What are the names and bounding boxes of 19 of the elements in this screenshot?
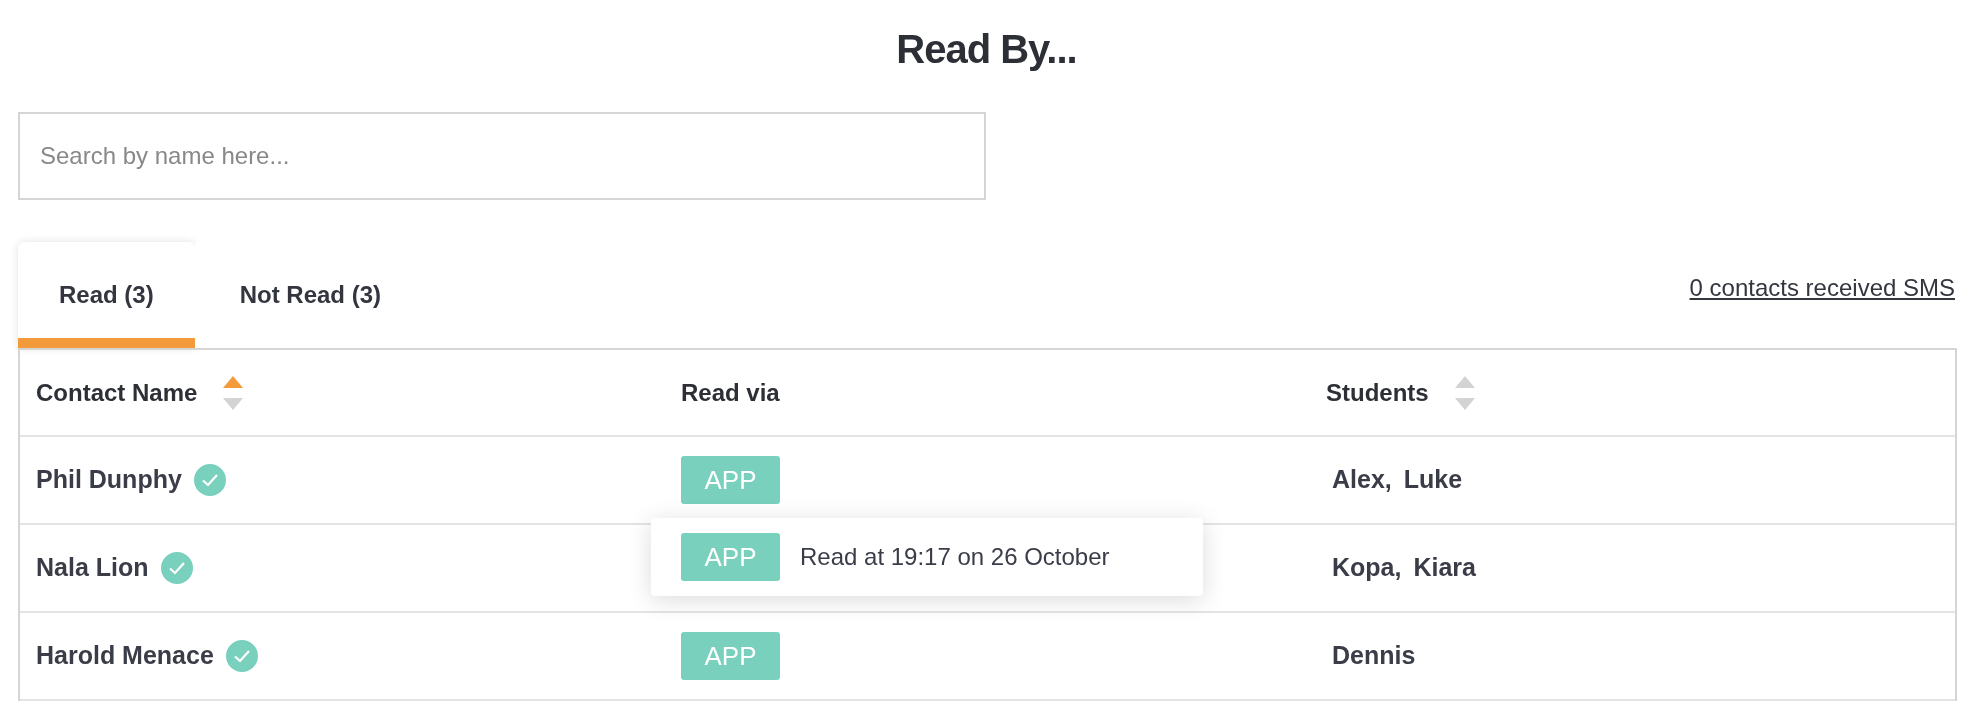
- column-header[interactable]: Read via: [681, 374, 780, 411]
- read-time-text: Read at 19:17 on 26 October: [800, 542, 1110, 572]
- page-title: Read By...: [896, 26, 1077, 73]
- sms-contacts-link[interactable]: 0 contacts received SMS: [1689, 270, 1955, 306]
- student-name: Kiara: [1413, 552, 1476, 584]
- contact-name: Harold Menace: [36, 640, 214, 672]
- contact-name: Phil Dunphy: [36, 464, 182, 496]
- student-name: Alex,: [1332, 464, 1392, 496]
- tab[interactable]: Read (3): [18, 242, 195, 348]
- search-field[interactable]: Search by name here...: [18, 112, 986, 200]
- student-name: Luke: [1403, 464, 1463, 496]
- column-header[interactable]: Contact Name: [36, 374, 198, 411]
- student-name: Kopa,: [1332, 552, 1402, 584]
- app-badge: APP: [681, 632, 780, 680]
- column-header[interactable]: Students: [1326, 374, 1429, 411]
- app-badge: APP: [681, 456, 780, 504]
- student-name: Dennis: [1332, 640, 1416, 672]
- contact-name: Nala Lion: [36, 552, 149, 584]
- app-badge: APP: [681, 533, 780, 581]
